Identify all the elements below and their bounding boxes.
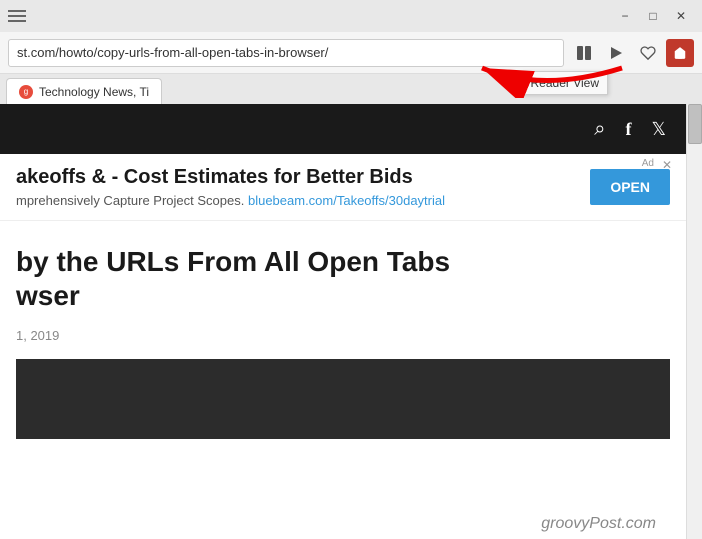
close-button[interactable]: ✕ bbox=[668, 3, 694, 29]
ad-title: akeoffs & - Cost Estimates for Better Bi… bbox=[16, 166, 445, 189]
site-branding: groovyPost.com bbox=[541, 515, 656, 533]
ad-text-area: akeoffs & - Cost Estimates for Better Bi… bbox=[16, 166, 445, 208]
article-date: 1, 2019 bbox=[16, 328, 670, 343]
tab-favicon: g bbox=[19, 85, 33, 99]
scrollbar-thumb[interactable] bbox=[688, 104, 702, 144]
ad-open-button[interactable]: OPEN bbox=[590, 169, 670, 205]
reader-view-tooltip: Reader View bbox=[522, 71, 608, 95]
ad-link[interactable]: bluebeam.com/Takeoffs/30daytrial bbox=[248, 193, 445, 208]
url-text: st.com/howto/copy-urls-from-all-open-tab… bbox=[17, 45, 328, 60]
site-header: ⌕ f 𝕏 bbox=[0, 104, 686, 154]
ad-description: mprehensively Capture Project Scopes. bl… bbox=[16, 193, 445, 208]
play-button[interactable] bbox=[602, 39, 630, 67]
ad-banner: akeoffs & - Cost Estimates for Better Bi… bbox=[0, 154, 686, 221]
address-bar-area: st.com/howto/copy-urls-from-all-open-tab… bbox=[0, 32, 702, 74]
tab-title: Technology News, Ti bbox=[39, 85, 149, 99]
ad-label: Ad bbox=[642, 158, 654, 169]
twitter-icon[interactable]: 𝕏 bbox=[651, 119, 666, 140]
favorite-button[interactable] bbox=[634, 39, 662, 67]
article-image bbox=[16, 359, 670, 439]
home-button[interactable] bbox=[666, 39, 694, 67]
article-title: by the URLs From All Open Tabs wser bbox=[16, 245, 670, 312]
content-area: ⌕ f 𝕏 akeoffs & - Cost Estimates for Bet… bbox=[0, 104, 686, 539]
minimize-button[interactable]: − bbox=[612, 3, 638, 29]
search-icon[interactable]: ⌕ bbox=[594, 118, 605, 141]
restore-button[interactable]: □ bbox=[640, 3, 666, 29]
address-icons: Reader View bbox=[570, 39, 694, 67]
scrollbar[interactable] bbox=[686, 104, 702, 539]
active-tab[interactable]: g Technology News, Ti bbox=[6, 78, 162, 104]
ad-close-button[interactable]: ✕ bbox=[662, 158, 672, 172]
facebook-icon[interactable]: f bbox=[625, 119, 631, 140]
article-area: by the URLs From All Open Tabs wser 1, 2… bbox=[0, 221, 686, 451]
title-bar: − □ ✕ bbox=[0, 0, 702, 32]
reader-view-button[interactable]: Reader View bbox=[570, 39, 598, 67]
menu-icon[interactable] bbox=[8, 10, 26, 22]
address-input[interactable]: st.com/howto/copy-urls-from-all-open-tab… bbox=[8, 39, 564, 67]
